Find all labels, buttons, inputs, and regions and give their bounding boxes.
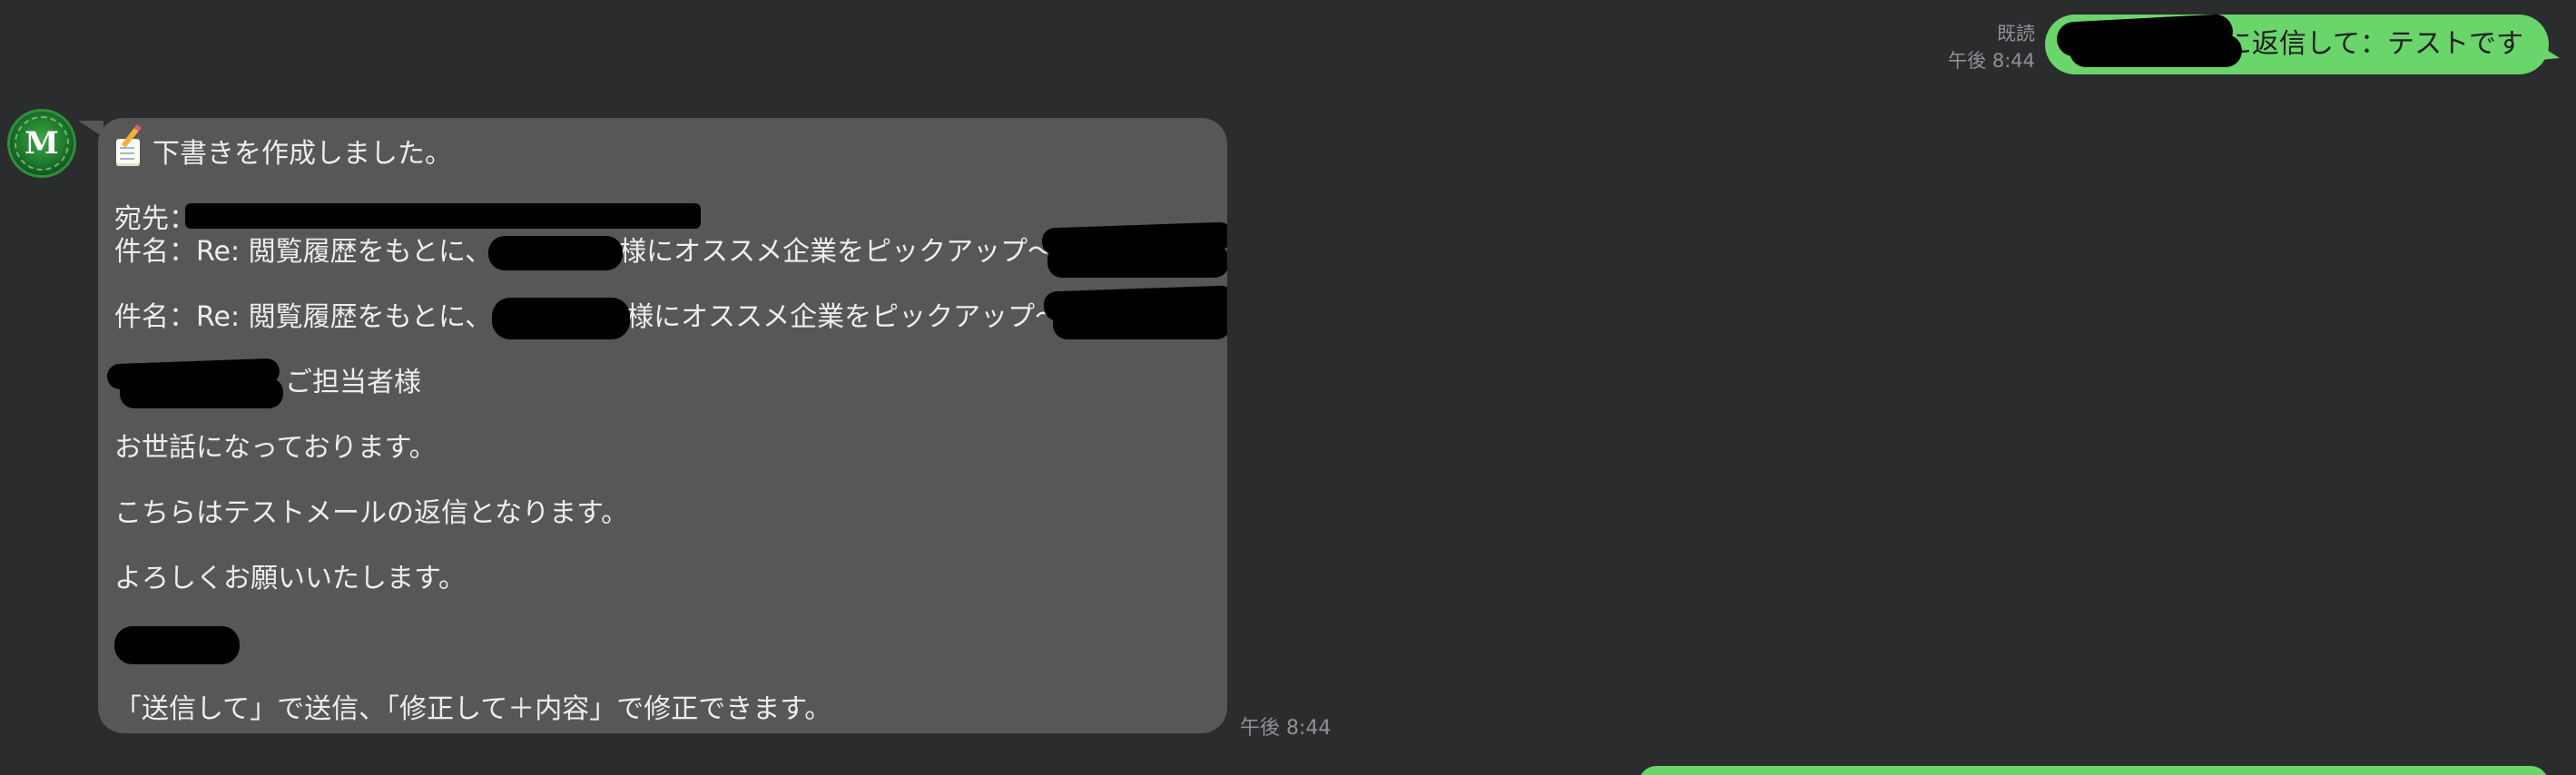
outgoing-bubble-tail [2540,45,2560,60]
redaction-mark [1047,245,1227,278]
subject-suffix-1: 様にオススメ企業をピックアップ〜 [619,236,1056,268]
redaction-mark [114,626,240,664]
redaction-mark [1053,309,1227,339]
greeting-line: お世話になっております。 [114,432,437,464]
redaction-mark [488,236,623,270]
draft-created-text: 下書きを作成しました。 [152,138,452,170]
incoming-message-bubble[interactable]: 下書きを作成しました。 宛先： 件名：Re: 閲覧履歴をもとに、様にオススメ企業… [98,118,1227,733]
to-label: 宛先： [114,203,196,235]
recipient-suffix: ご担当者様 [285,367,421,398]
redaction-mark [120,378,283,408]
incoming-timestamp: 午後 8:44 [1240,717,1332,740]
subject-prefix-1: 件名：Re: 閲覧履歴をもとに、 [114,236,493,268]
next-outgoing-message-bubble[interactable] [1638,766,2549,775]
outgoing-message-meta: 既読 午後 8:44 [1906,20,2035,74]
closing-line: よろしくお願いいたします。 [114,563,466,594]
sender-avatar[interactable]: M [7,109,76,178]
redaction-mark [492,298,630,339]
draft-created-line: 下書きを作成しました。 [114,124,452,172]
subject-prefix-2: 件名：Re: 閲覧履歴をもとに、 [114,301,493,333]
memo-icon [114,124,143,167]
subject-suffix-2: 様にオススメ企業をピックアップ〜 [626,301,1063,333]
instruction-line: 「送信して」で送信、「修正して＋内容」で修正できます。 [114,693,832,725]
avatar-letter: M [25,125,59,162]
chat-view: 既読 午後 8:44 に返信して：テストです M 下書きを作成しました。 宛先：… [0,0,2576,775]
read-receipt: 既読 [1997,23,2035,44]
redaction-mark [2070,34,2242,67]
to-line: 宛先： [114,201,196,238]
body-line: こちらはテストメールの返信となります。 [114,497,629,529]
outgoing-message-text: に返信して：テストです [2224,28,2523,60]
redaction-mark [185,203,701,229]
outgoing-timestamp: 午後 8:44 [1948,50,2035,72]
